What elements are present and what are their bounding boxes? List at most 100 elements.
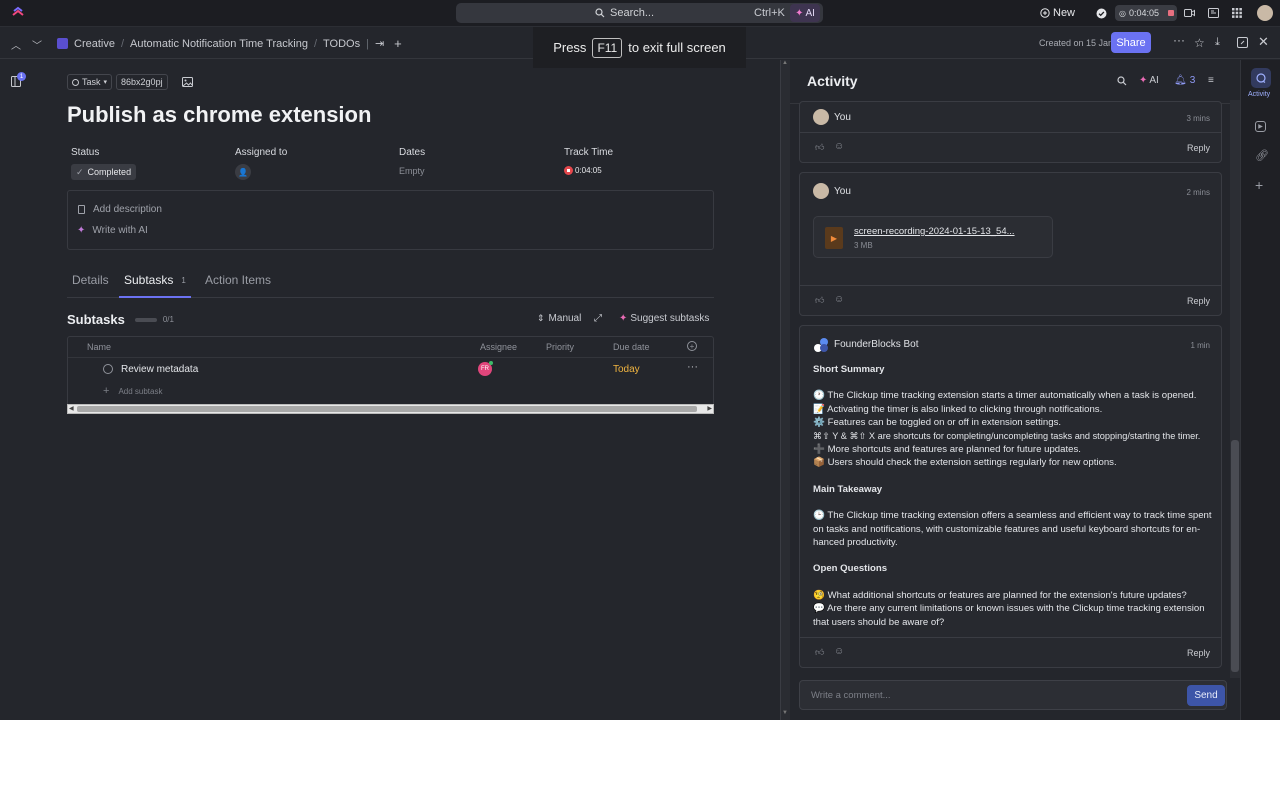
add-subtask-button[interactable]: + Add subtask [103, 385, 162, 397]
add-reaction-icon[interactable]: ☺ [834, 294, 844, 305]
column-header-due-date[interactable]: Due date [613, 342, 650, 352]
breadcrumb-item-list[interactable]: Automatic Notification Time Tracking [130, 38, 308, 50]
add-reaction-icon[interactable]: ☺ [834, 141, 844, 152]
new-label: New [1053, 7, 1076, 19]
horizontal-scrollbar[interactable]: ◀ ▶ [67, 404, 714, 414]
suggest-subtasks-button[interactable]: ✦ Suggest subtasks [619, 313, 709, 324]
task-type-dropdown[interactable]: Task ▾ [67, 74, 113, 90]
add-description[interactable]: Add description [78, 204, 162, 215]
search-bar[interactable]: Search... Ctrl+K ✦ AI [456, 3, 823, 23]
comment-author[interactable]: FounderBlocks Bot [834, 339, 919, 350]
activity-ai-button[interactable]: ✦ AI [1139, 75, 1159, 86]
subtasks-progress: 0/1 [162, 315, 174, 324]
chevron-up-icon[interactable]: ︿ [11, 37, 21, 52]
stop-timer-icon[interactable] [1168, 10, 1175, 16]
check-circle-icon[interactable] [1096, 8, 1107, 19]
track-time-value[interactable]: 0:04:05 [564, 166, 613, 175]
video-clip-icon[interactable]: ▶ [1255, 121, 1266, 132]
comment-author[interactable]: You [834, 186, 851, 197]
minimize-icon[interactable]: ⤓ [1215, 36, 1220, 49]
expand-arrows-icon[interactable]: ⤢ [594, 313, 602, 324]
scroll-down-icon[interactable]: ▼ [782, 710, 788, 716]
attachment-filename[interactable]: screen-recording-2024-01-15-13_54... [854, 226, 1015, 237]
scroll-left-icon[interactable]: ◀ [69, 405, 74, 412]
image-icon[interactable] [181, 77, 193, 87]
thumbs-up-icon[interactable]: 👍︎ [815, 647, 824, 658]
video-icon[interactable] [1184, 8, 1195, 18]
filter-icon[interactable]: ≡ [1208, 75, 1214, 86]
tab-details[interactable]: Details [72, 273, 109, 287]
comment-footer: 👍︎ ☺ Reply [800, 132, 1221, 162]
move-icon[interactable]: ⇥ [375, 37, 384, 50]
row-more-icon[interactable]: ··· [687, 361, 698, 373]
thumbs-up-icon[interactable]: 👍︎ [815, 142, 824, 153]
column-header-name[interactable]: Name [87, 342, 111, 352]
link-icon[interactable]: 🔗︎ [1255, 149, 1269, 162]
activity-rail-button[interactable] [1251, 68, 1271, 88]
add-assignee-icon[interactable]: 👤 [235, 164, 251, 180]
activity-rail-label: Activity [1248, 91, 1271, 98]
close-icon[interactable]: ✕ [1258, 34, 1269, 50]
subtask-name[interactable]: Review metadata [121, 364, 198, 375]
comment-time: 2 mins [1186, 188, 1210, 197]
comment-author[interactable]: You [834, 112, 851, 123]
activity-scrollbar-thumb[interactable] [1231, 440, 1239, 672]
column-header-priority[interactable]: Priority [546, 342, 574, 352]
more-options-icon[interactable]: ··· [1173, 33, 1185, 47]
app-window: Search... Ctrl+K ✦ AI New ◎ 0:04:05 ︿ ﹀ C… [0, 0, 1280, 720]
chevron-down-icon[interactable]: ﹀ [32, 37, 42, 52]
timer-display[interactable]: ◎ 0:04:05 [1115, 5, 1177, 21]
takeaway-text: 🕒 The Clickup time tracking extension of… [813, 510, 1215, 549]
sort-manual-button[interactable]: ⇕ Manual [537, 313, 581, 324]
write-with-ai[interactable]: ✦ Write with AI [77, 225, 148, 236]
tab-subtasks[interactable]: Subtasks 1 [124, 273, 186, 287]
column-header-assignee[interactable]: Assignee [480, 342, 517, 352]
task-type-icon [72, 78, 79, 86]
thumbs-up-icon[interactable]: 👍︎ [815, 295, 824, 306]
task-meta: Task ▾ 86bx2g0pj [67, 74, 193, 90]
scroll-up-icon[interactable]: ▲ [782, 60, 788, 66]
breadcrumb-item-todos[interactable]: TODOs [323, 38, 360, 50]
questions-heading: Open Questions [813, 563, 888, 575]
status-label: Status [71, 147, 100, 158]
attachment-card[interactable]: ▶ screen-recording-2024-01-15-13_54... 3… [813, 216, 1053, 258]
star-icon[interactable]: ☆ [1194, 36, 1205, 50]
notepad-icon[interactable] [1208, 8, 1219, 18]
expand-icon[interactable] [1237, 37, 1248, 48]
user-avatar[interactable] [1257, 5, 1273, 21]
reply-button[interactable]: Reply [1187, 296, 1210, 306]
scroll-right-icon[interactable]: ▶ [707, 405, 712, 412]
clickup-logo-icon[interactable] [11, 6, 25, 20]
ai-button[interactable]: ✦ AI [790, 4, 820, 22]
task-id-chip[interactable]: 86bx2g0pj [116, 74, 168, 90]
send-button[interactable]: Send [1187, 685, 1225, 706]
share-button[interactable]: Share [1111, 32, 1151, 53]
question-line: 💬 Are there any current limitations or k… [813, 603, 1208, 628]
breadcrumb-item-creative[interactable]: Creative [74, 38, 115, 50]
reply-button[interactable]: Reply [1187, 143, 1210, 153]
bell-icon: 🔔︎ [1174, 75, 1187, 86]
task-title[interactable]: Publish as chrome extension [67, 102, 371, 128]
plus-icon[interactable]: + [394, 36, 402, 51]
dates-value[interactable]: Empty [399, 166, 425, 176]
track-time-label: Track Time [564, 147, 614, 158]
comment-input[interactable]: Write a comment... [799, 680, 1227, 710]
new-button[interactable]: New [1040, 7, 1075, 19]
table-row[interactable]: Review metadata FR Today ··· [68, 357, 713, 379]
subtask-status-icon[interactable] [103, 364, 113, 374]
add-column-icon[interactable]: + [687, 341, 697, 351]
panel-resize-handle[interactable]: ▲ ▼ [780, 60, 790, 720]
tab-action-items[interactable]: Action Items [205, 273, 271, 287]
scrollbar-thumb[interactable] [77, 406, 697, 412]
reply-button[interactable]: Reply [1187, 648, 1210, 658]
plus-icon: + [103, 385, 110, 397]
notifications-button[interactable]: 🔔︎ 3 [1174, 75, 1195, 86]
assigned-label: Assigned to [235, 147, 288, 158]
status-badge[interactable]: ✓ Completed [71, 164, 137, 180]
plus-icon[interactable]: + [1255, 177, 1263, 193]
add-reaction-icon[interactable]: ☺ [834, 646, 844, 657]
subtask-due-date[interactable]: Today [613, 364, 640, 375]
apps-grid-icon[interactable] [1232, 8, 1242, 18]
search-icon[interactable] [1117, 76, 1127, 86]
right-rail: Activity ▶ 🔗︎ + [1240, 60, 1280, 720]
